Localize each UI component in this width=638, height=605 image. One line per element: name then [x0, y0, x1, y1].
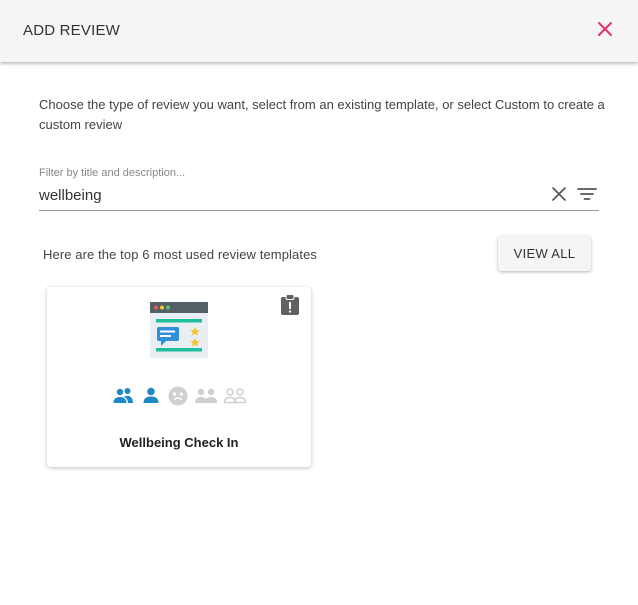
close-icon[interactable]	[596, 20, 614, 38]
intro-text: Choose the type of review you want, sele…	[39, 97, 605, 132]
filter-input[interactable]	[39, 184, 539, 206]
dialog-title: ADD REVIEW	[23, 22, 121, 39]
clear-filter-button[interactable]	[551, 186, 567, 202]
close-button[interactable]	[596, 20, 614, 38]
filter-label: Filter by title and description...	[39, 167, 186, 179]
participant-types	[113, 386, 247, 406]
view-all-button[interactable]: VIEW ALL	[498, 236, 591, 271]
clear-icon[interactable]	[551, 186, 567, 202]
group-icon	[113, 388, 133, 403]
template-card-title: Wellbeing Check In	[119, 435, 239, 450]
dialog-header: ADD REVIEW	[0, 0, 638, 62]
anonymous-face-icon	[168, 386, 188, 406]
review-form-illustration-icon	[150, 302, 208, 358]
templates-heading: Here are the top 6 most used review temp…	[43, 247, 318, 262]
clipboard-alert-icon	[281, 294, 299, 315]
person-icon	[143, 387, 159, 403]
pair-outline-icon	[223, 388, 247, 404]
filter-options-button[interactable]	[577, 186, 597, 202]
template-card-wellbeing-check-in[interactable]: Wellbeing Check In	[47, 287, 311, 467]
filter-icon[interactable]	[577, 186, 597, 202]
filter-underline	[39, 210, 599, 211]
pair-icon	[195, 388, 217, 403]
